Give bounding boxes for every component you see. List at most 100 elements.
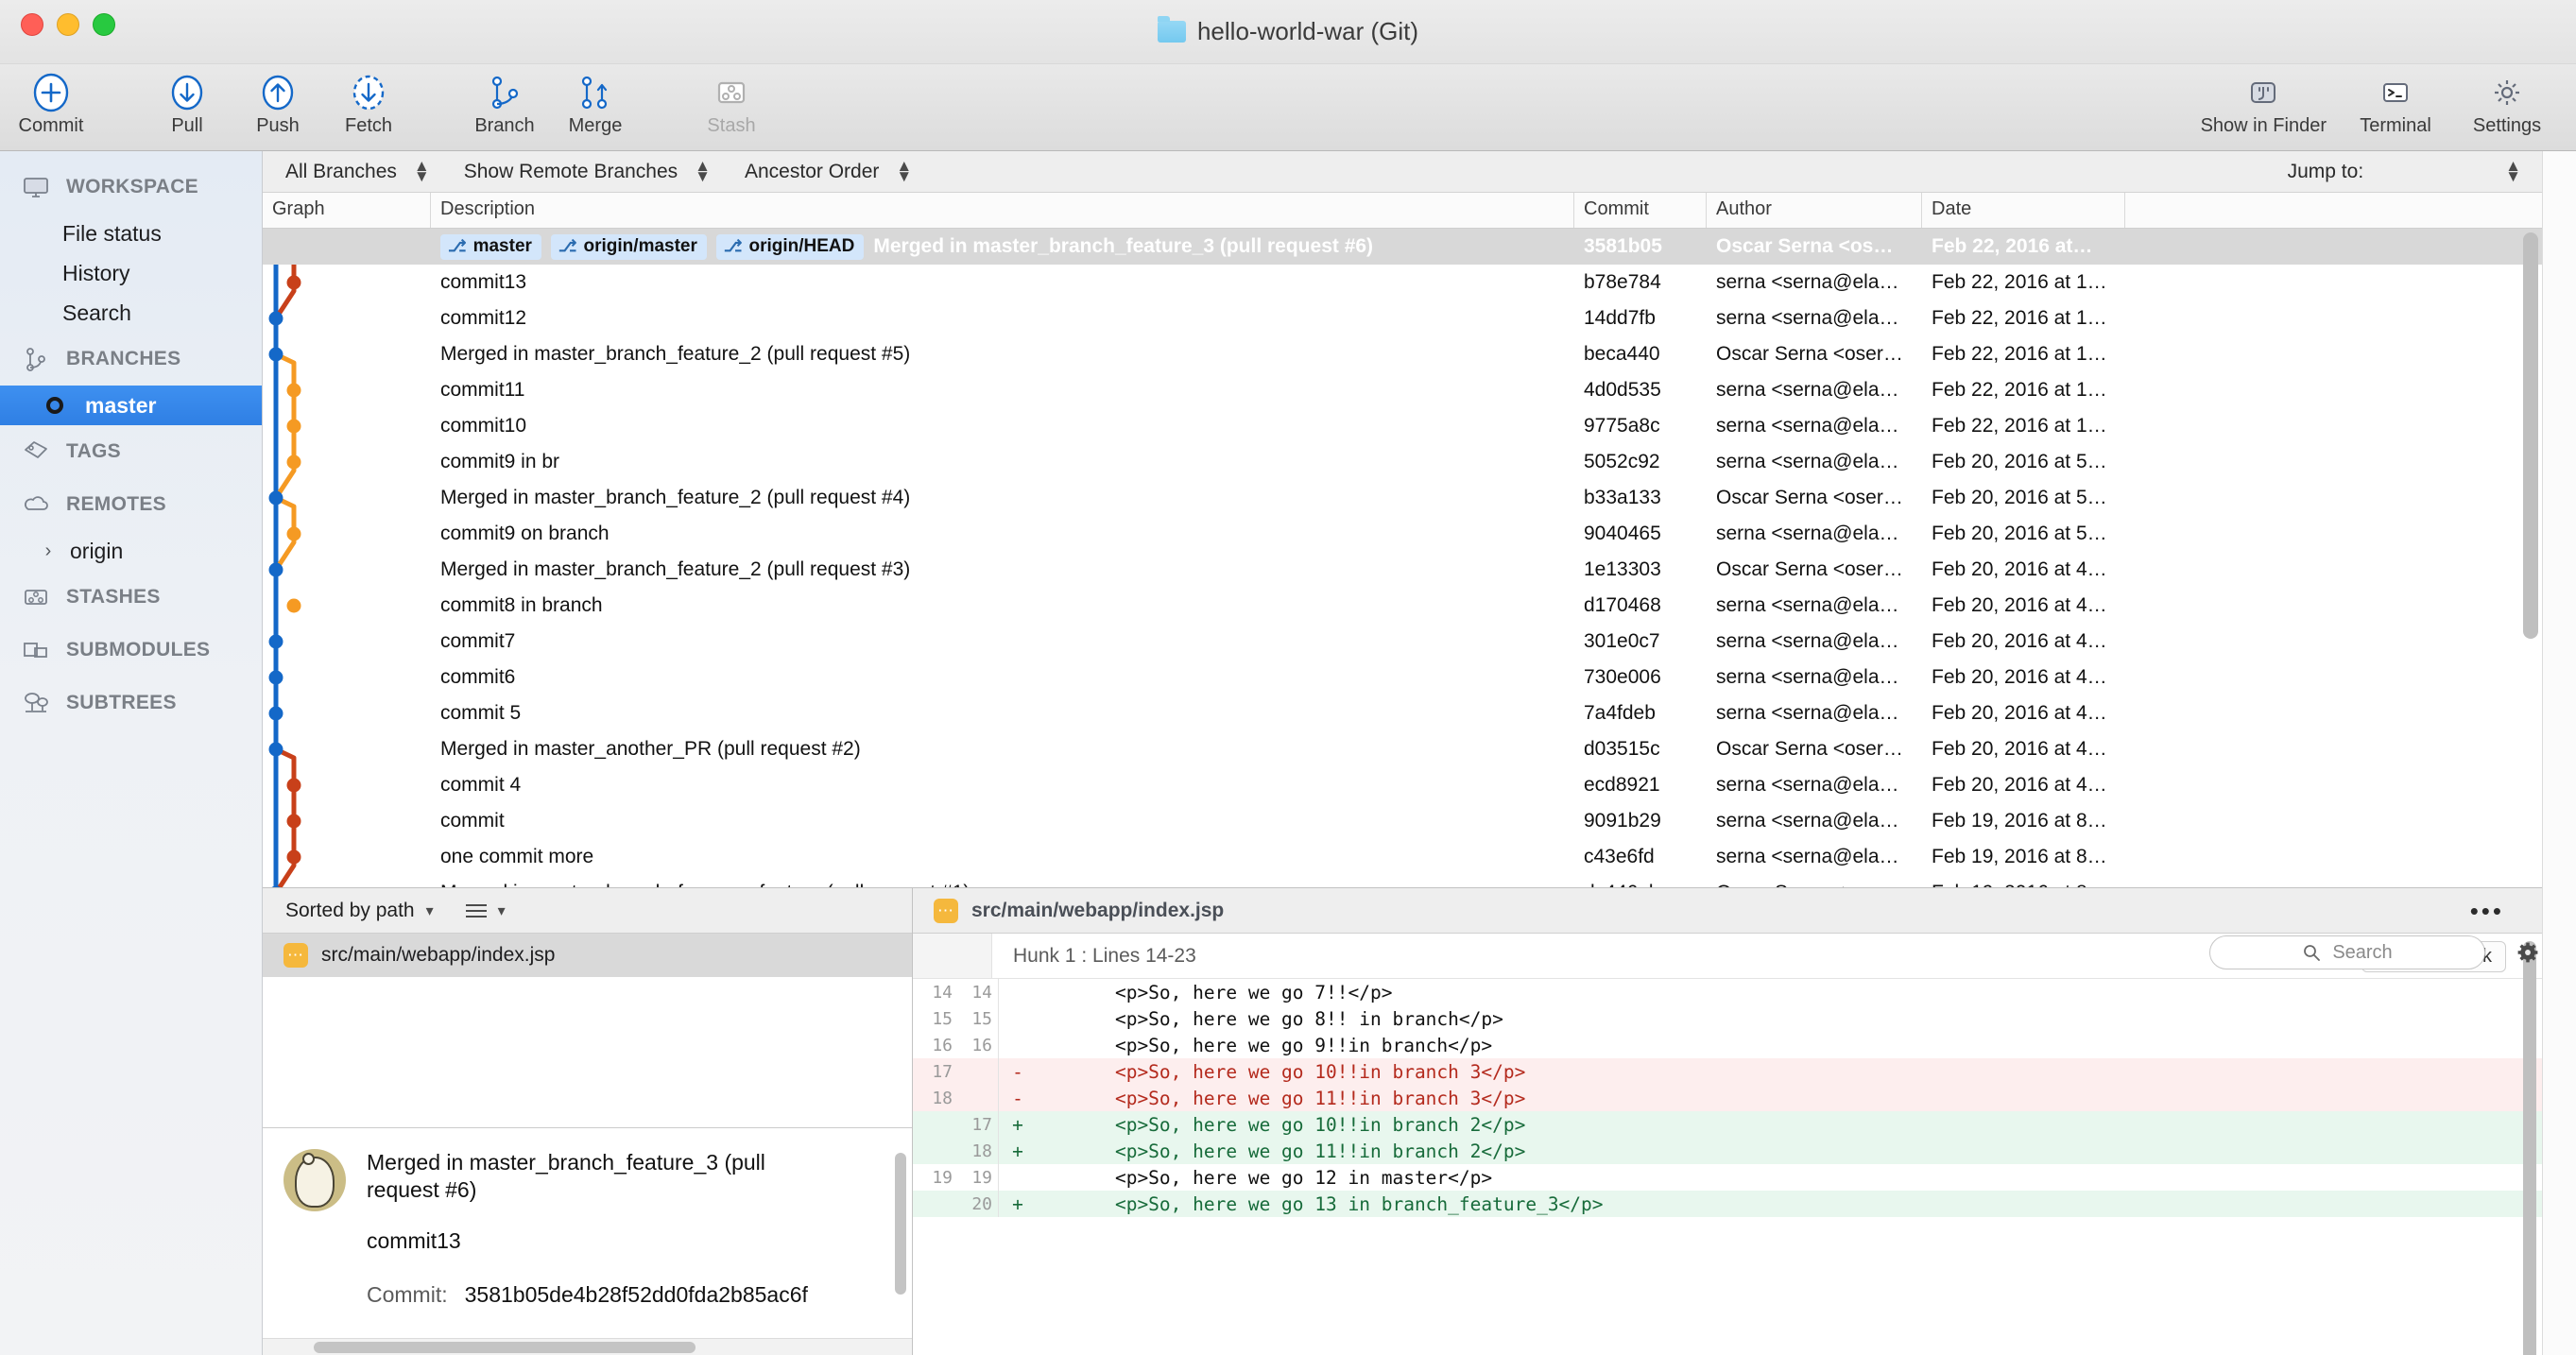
diff-line[interactable]: 19 19 <p>So, here we go 12 in master</p>	[913, 1164, 2542, 1191]
diff-line[interactable]: 14 14 <p>So, here we go 7!!</p>	[913, 979, 2542, 1005]
commit-description-cell: commit10	[431, 415, 1574, 437]
ref-chip[interactable]: ⎇ master	[440, 233, 541, 260]
diff-change-sign: +	[1012, 1192, 1023, 1215]
push-button[interactable]: Push	[232, 64, 323, 137]
table-row[interactable]: commit7 301e0c7 serna <serna@ela… Feb 20, 2…	[263, 624, 2542, 660]
diff-lines[interactable]: 14 14 <p>So, here we go 7!!</p> 15 15 <p>So…	[913, 979, 2542, 1355]
commit-hash-cell: 9040465	[1584, 523, 1661, 544]
sidebar-item-history[interactable]: History	[0, 253, 262, 293]
diff-line[interactable]: 18 - <p>So, here we go 11!!in branch 3</p…	[913, 1085, 2542, 1111]
commit-date-cell: Feb 20, 2016 at 4…	[1932, 774, 2107, 796]
column-header-author[interactable]: Author	[1707, 193, 1922, 228]
pull-button[interactable]: Pull	[142, 64, 232, 137]
remote-filter-dropdown[interactable]: Show Remote Branches ▲ ▼	[464, 158, 711, 183]
branch-filter-dropdown[interactable]: All Branches ▲ ▼	[285, 158, 430, 183]
diff-scrollbar[interactable]	[2523, 941, 2536, 1355]
diff-line[interactable]: 18 + <p>So, here we go 11!!in branch 2</p…	[913, 1138, 2542, 1164]
table-row[interactable]: Merged in master_branch_feature_2 (pull …	[263, 552, 2542, 588]
show-in-finder-button[interactable]: Show in Finder	[2188, 64, 2340, 137]
commit-author-cell: serna <serna@ela…	[1716, 702, 1899, 724]
stepper-icon[interactable]: ▲ ▼	[2505, 158, 2521, 183]
column-header-description[interactable]: Description	[431, 193, 1574, 228]
commit-date-cell: Feb 20, 2016 at 5…	[1932, 451, 2107, 472]
diff-change-sign: +	[1012, 1140, 1023, 1162]
commit-list-scrollbar[interactable]	[2523, 232, 2538, 882]
view-mode-dropdown[interactable]: ▾	[465, 901, 506, 920]
folder-icon	[1157, 16, 1186, 43]
column-header-commit[interactable]: Commit	[1574, 193, 1707, 228]
stash-button[interactable]: Stash	[686, 64, 777, 137]
chevron-down-icon[interactable]: ▾	[426, 901, 434, 920]
table-row[interactable]: ⎇ master ⎇ origin/master ⎇ origin/HEAD Merged …	[263, 229, 2542, 265]
sidebar-section-submodules[interactable]: SUBMODULES	[0, 624, 262, 677]
file-list-item[interactable]: ⋯ src/main/webapp/index.jsp	[263, 934, 912, 977]
commit-detail-hscrollbar-thumb[interactable]	[314, 1342, 696, 1353]
table-row[interactable]: commit9 in br 5052c92 serna <serna@ela… Feb…	[263, 444, 2542, 480]
sidebar-section-label: TAGS	[66, 440, 121, 462]
table-row[interactable]: Merged in master_branch_for_new_feature …	[263, 875, 2542, 887]
sidebar-section-workspace[interactable]: WORKSPACE	[0, 161, 262, 214]
sidebar-item-search[interactable]: Search	[0, 293, 262, 333]
commit-hash-cell: 301e0c7	[1584, 630, 1660, 652]
fetch-button[interactable]: Fetch	[323, 64, 414, 137]
table-row[interactable]: Merged in master_branch_feature_2 (pull …	[263, 336, 2542, 372]
table-row[interactable]: commit12 14dd7fb serna <serna@ela… Feb 22, …	[263, 300, 2542, 336]
commit-date-cell: Feb 19, 2016 at 8…	[1922, 882, 2125, 887]
sidebar-section-remotes[interactable]: REMOTES	[0, 478, 262, 531]
commit-description-cell: commit9 on branch	[431, 523, 1574, 545]
commit-detail-vscrollbar[interactable]	[895, 1153, 906, 1295]
table-row[interactable]: commit8 in branch d170468 serna <serna@ela…	[263, 588, 2542, 624]
merge-button-label: Merge	[568, 115, 623, 136]
ref-chip[interactable]: ⎇ origin/HEAD	[715, 233, 865, 260]
commit-description-cell: commit8 in branch	[431, 594, 1574, 617]
stepper-icon[interactable]: ▲ ▼	[896, 158, 912, 183]
sidebar-item-file-status[interactable]: File status	[0, 214, 262, 253]
sidebar-section-tags[interactable]: TAGS	[0, 425, 262, 478]
table-row[interactable]: commit10 9775a8c serna <serna@ela… Feb 22, …	[263, 408, 2542, 444]
settings-button[interactable]: Settings	[2451, 64, 2563, 137]
search-input[interactable]: Search	[2209, 935, 2485, 969]
merge-button[interactable]: Merge	[550, 64, 641, 137]
table-row[interactable]: commit13 b78e784 serna <serna@ela… Feb 22, …	[263, 265, 2542, 300]
sidebar-section-subtrees[interactable]: SUBTREES	[0, 677, 262, 729]
branch-button-label: Branch	[474, 115, 535, 136]
commit-description-cell: commit9 in br	[431, 451, 1574, 473]
chevron-down-icon[interactable]: ▾	[498, 901, 506, 920]
column-header-graph[interactable]: Graph	[263, 193, 431, 228]
ref-chip[interactable]: ⎇ origin/master	[550, 233, 707, 260]
stepper-icon[interactable]: ▲ ▼	[695, 158, 711, 183]
column-header-date[interactable]: Date	[1922, 193, 2125, 228]
gear-icon[interactable]	[2516, 940, 2540, 965]
sidebar-section-stashes[interactable]: STASHES	[0, 571, 262, 624]
commit-author-cell: serna <serna@ela…	[1716, 594, 1899, 616]
stepper-icon[interactable]: ▲ ▼	[414, 158, 430, 183]
table-row[interactable]: Merged in master_another_PR (pull reques…	[263, 731, 2542, 767]
table-row[interactable]: commit 4 ecd8921 serna <serna@ela… Feb 20, …	[263, 767, 2542, 803]
scrollbar-thumb[interactable]	[2523, 941, 2536, 1355]
sidebar-section-branches[interactable]: BRANCHES	[0, 333, 262, 386]
commit-button[interactable]: Commit	[6, 64, 96, 137]
sort-dropdown[interactable]: Sorted by path ▾	[285, 900, 434, 922]
diff-line[interactable]: 16 16 <p>So, here we go 9!!in branch</p>	[913, 1032, 2542, 1058]
sidebar-item-master[interactable]: master	[0, 386, 262, 425]
diff-line[interactable]: 15 15 <p>So, here we go 8!! in branch</p>	[913, 1005, 2542, 1032]
table-row[interactable]: Merged in master_branch_feature_2 (pull …	[263, 480, 2542, 516]
table-row[interactable]: commit11 4d0d535 serna <serna@ela… Feb 22, …	[263, 372, 2542, 408]
branch-button[interactable]: Branch	[459, 64, 550, 137]
table-row[interactable]: one commit more c43e6fd serna <serna@ela… F…	[263, 839, 2542, 875]
diff-line[interactable]: 17 + <p>So, here we go 10!!in branch 2</p…	[913, 1111, 2542, 1138]
commit-table-body[interactable]: ⎇ master ⎇ origin/master ⎇ origin/HEAD Merged …	[263, 229, 2542, 887]
jump-to-control[interactable]: Jump to: ▲ ▼	[2288, 158, 2521, 183]
terminal-button[interactable]: Terminal	[2340, 64, 2451, 137]
table-row[interactable]: commit 5 7a4fdeb serna <serna@ela… Feb 20, …	[263, 695, 2542, 731]
order-filter-dropdown[interactable]: Ancestor Order ▲ ▼	[745, 158, 912, 183]
table-row[interactable]: commit9 on branch 9040465 serna <serna@ela…	[263, 516, 2542, 552]
scrollbar-thumb[interactable]	[2523, 232, 2538, 639]
diff-line[interactable]: 20 + <p>So, here we go 13 in branch_featu…	[913, 1191, 2542, 1217]
table-row[interactable]: commit6 730e006 serna <serna@ela… Feb 20, 2…	[263, 660, 2542, 695]
sidebar-item-origin[interactable]: › origin	[0, 531, 262, 571]
chevron-right-icon[interactable]: ›	[40, 540, 57, 562]
table-row[interactable]: commit 9091b29 serna <serna@ela… Feb 19, 20…	[263, 803, 2542, 839]
diff-line[interactable]: 17 - <p>So, here we go 10!!in branch 3</p…	[913, 1058, 2542, 1085]
commit-detail-hscrollbar-track[interactable]	[263, 1338, 912, 1355]
